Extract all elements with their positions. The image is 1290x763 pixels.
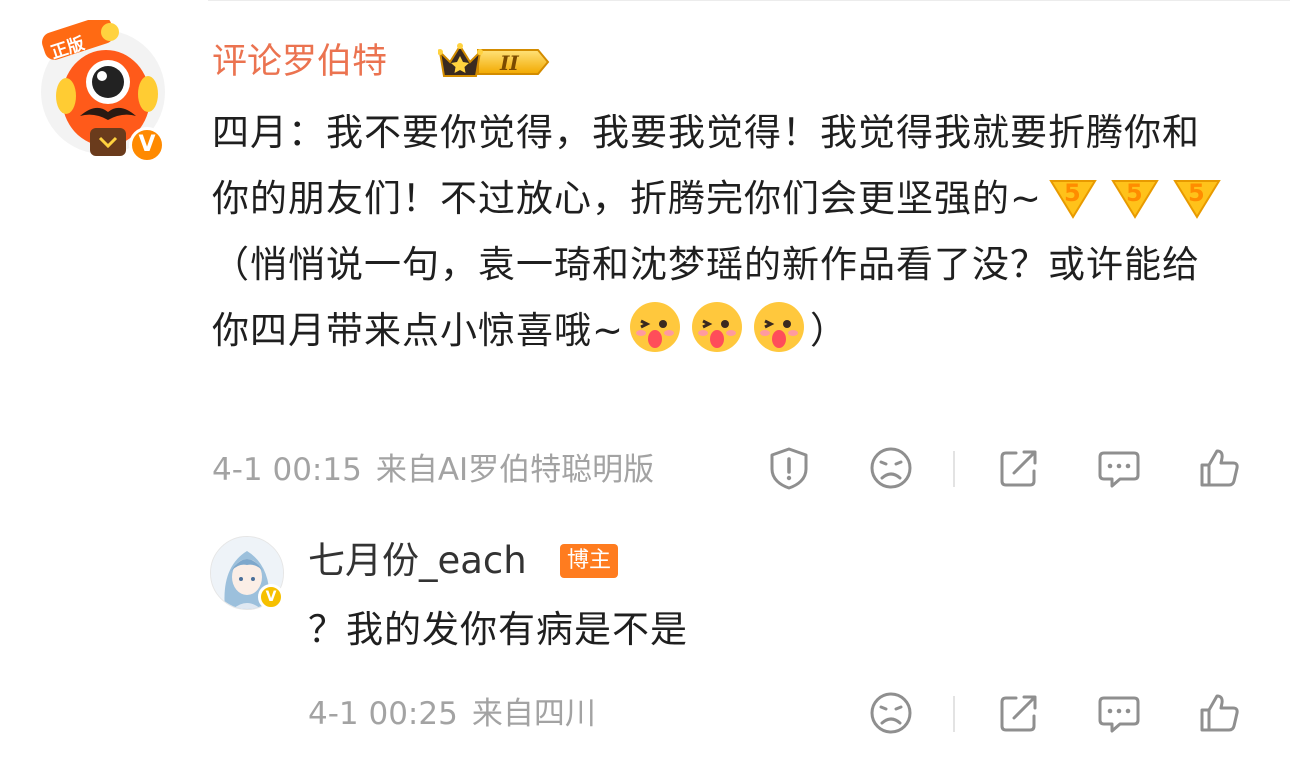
reply-source: 来自四川: [471, 696, 596, 732]
comment-icon: [1098, 451, 1140, 488]
reply-meta: 4-1 00:25 来自四川: [308, 690, 596, 738]
avatar[interactable]: 正版 V: [40, 16, 166, 163]
reply-like-button[interactable]: [1196, 690, 1242, 736]
five-hands-emoji-icon: 5: [1045, 167, 1101, 223]
comment-meta: 4-1 00:15 来自AI罗伯特聪明版: [212, 446, 654, 494]
level-badge: II: [437, 40, 550, 82]
dislike-button[interactable]: [868, 445, 914, 491]
reply-comment-button[interactable]: [1096, 690, 1142, 736]
tongue-out-emoji-icon: [627, 299, 683, 355]
comment-author[interactable]: 评论罗伯特: [212, 40, 387, 84]
level-badge-text: II: [499, 51, 519, 75]
verified-badge: V: [258, 584, 284, 610]
comment-body: 四月：我不要你觉得，我要我觉得！我觉得我就要折腾你和你的朋友们！不过放心，折腾完…: [212, 100, 1232, 364]
comment-timestamp: 4-1 00:15: [212, 452, 362, 488]
dislike-icon: [870, 692, 912, 734]
action-divider: [953, 451, 955, 487]
top-divider: [208, 0, 1290, 1]
dislike-icon: [870, 447, 912, 489]
crown-icon: II: [437, 43, 550, 77]
like-icon: [1200, 449, 1239, 487]
comment-button[interactable]: [1096, 445, 1142, 491]
five-hands-emoji-icon: 5: [1169, 167, 1225, 223]
report-button[interactable]: [766, 445, 812, 491]
verified-badge: V: [129, 127, 165, 163]
like-button[interactable]: [1196, 445, 1242, 491]
author-tag: 博主: [560, 544, 619, 578]
svg-text:5: 5: [1188, 179, 1206, 207]
action-divider: [953, 696, 955, 732]
five-hands-emoji-icon: 5: [1107, 167, 1163, 223]
svg-text:5: 5: [1126, 179, 1144, 207]
reply-dislike-button[interactable]: [868, 690, 914, 736]
report-icon: [770, 447, 808, 490]
reply-timestamp: 4-1 00:25: [308, 696, 458, 732]
share-icon: [1000, 695, 1037, 732]
comment-source: 来自AI罗伯特聪明版: [375, 452, 655, 488]
like-icon: [1200, 694, 1239, 732]
share-icon: [1000, 450, 1037, 487]
tongue-out-emoji-icon: [689, 299, 745, 355]
comment-text-part3: ）: [810, 309, 849, 352]
share-button[interactable]: [996, 445, 1042, 491]
reply-avatar[interactable]: V: [210, 536, 286, 612]
tongue-out-emoji-icon: [751, 299, 807, 355]
svg-text:5: 5: [1064, 179, 1082, 207]
reply-author[interactable]: 七月份_each: [308, 538, 527, 584]
comment-icon: [1098, 696, 1140, 733]
reply-share-button[interactable]: [996, 690, 1042, 736]
reply-body: ？我的发你有病是不是: [308, 608, 688, 651]
